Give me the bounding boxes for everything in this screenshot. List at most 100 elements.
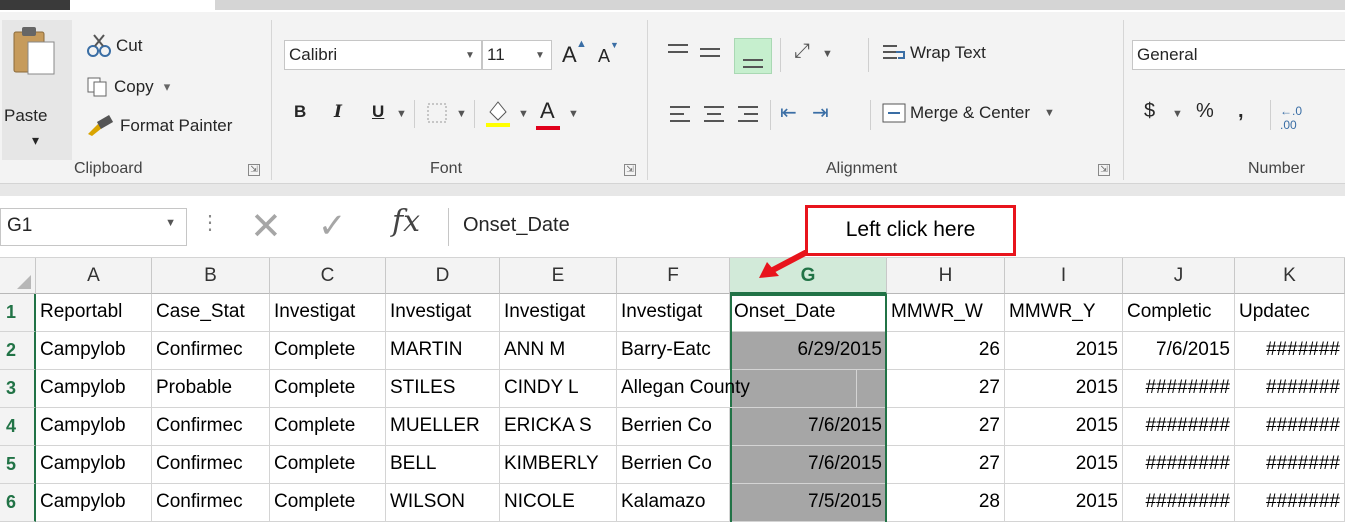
cell-k2[interactable]: #######	[1235, 332, 1345, 370]
cell-a3[interactable]: Campylob	[36, 370, 152, 408]
borders-dropdown-icon[interactable]: ▼	[456, 108, 467, 120]
cell-f5[interactable]: Berrien Co	[617, 446, 730, 484]
align-right-icon[interactable]	[738, 104, 760, 126]
row-header-6[interactable]: 6	[0, 484, 36, 522]
cell-c2[interactable]: Complete	[270, 332, 386, 370]
cell-h6[interactable]: 28	[887, 484, 1005, 522]
cell-a6[interactable]: Campylob	[36, 484, 152, 522]
cell-j2[interactable]: 7/6/2015	[1123, 332, 1235, 370]
comma-button[interactable]: ,	[1238, 100, 1244, 123]
cell-d3[interactable]: STILES	[386, 370, 500, 408]
cell-c6[interactable]: Complete	[270, 484, 386, 522]
alignment-launcher-icon[interactable]: ⇲	[1098, 164, 1110, 176]
cell-c5[interactable]: Complete	[270, 446, 386, 484]
clipboard-launcher-icon[interactable]: ⇲	[248, 164, 260, 176]
cell-i5[interactable]: 2015	[1005, 446, 1123, 484]
decrease-indent-icon[interactable]: ⇤	[780, 100, 797, 125]
cell-i1[interactable]: MMWR_Y	[1005, 294, 1123, 332]
paste-button[interactable]: Paste ▾	[2, 20, 72, 160]
font-launcher-icon[interactable]: ⇲	[624, 164, 636, 176]
name-box[interactable]: G1 ▼	[0, 208, 187, 246]
currency-button[interactable]: $	[1144, 100, 1155, 123]
name-box-dropdown-icon[interactable]: ▼	[165, 217, 176, 229]
increase-indent-icon[interactable]: ⇥	[812, 100, 829, 125]
cell-d6[interactable]: WILSON	[386, 484, 500, 522]
cell-e1[interactable]: Investigat	[500, 294, 617, 332]
font-color-dropdown-icon[interactable]: ▼	[568, 108, 579, 120]
cell-h3[interactable]: 27	[887, 370, 1005, 408]
cell-j5[interactable]: ########	[1123, 446, 1235, 484]
paste-dropdown-icon[interactable]: ▾	[32, 132, 39, 149]
cell-e2[interactable]: ANN M	[500, 332, 617, 370]
cell-f4[interactable]: Berrien Co	[617, 408, 730, 446]
cell-h5[interactable]: 27	[887, 446, 1005, 484]
cell-g4[interactable]: 7/6/2015	[730, 408, 887, 446]
align-left-icon[interactable]	[670, 104, 692, 126]
cancel-icon[interactable]: ✕	[250, 204, 282, 249]
middle-align-icon[interactable]	[700, 42, 726, 64]
cut-button[interactable]: Cut	[86, 34, 142, 58]
cell-j4[interactable]: ########	[1123, 408, 1235, 446]
cell-d1[interactable]: Investigat	[386, 294, 500, 332]
cell-k6[interactable]: #######	[1235, 484, 1345, 522]
copy-button[interactable]: Copy ▾	[86, 76, 170, 98]
cell-i4[interactable]: 2015	[1005, 408, 1123, 446]
cell-e3[interactable]: CINDY L	[500, 370, 617, 408]
cell-b4[interactable]: Confirmec	[152, 408, 270, 446]
copy-dropdown-icon[interactable]: ▾	[164, 79, 171, 95]
italic-button[interactable]: I	[334, 102, 342, 122]
cell-a4[interactable]: Campylob	[36, 408, 152, 446]
cell-d5[interactable]: BELL	[386, 446, 500, 484]
orientation-dropdown-icon[interactable]: ▼	[822, 48, 833, 60]
underline-dropdown-icon[interactable]: ▼	[396, 108, 407, 120]
column-header-c[interactable]: C	[270, 258, 386, 294]
cell-k5[interactable]: #######	[1235, 446, 1345, 484]
row-header-4[interactable]: 4	[0, 408, 36, 446]
insert-function-icon[interactable]: fx	[392, 204, 420, 239]
row-header-2[interactable]: 2	[0, 332, 36, 370]
column-header-h[interactable]: H	[887, 258, 1005, 294]
cell-b1[interactable]: Case_Stat	[152, 294, 270, 332]
cell-k1[interactable]: Updatec	[1235, 294, 1345, 332]
cell-b2[interactable]: Confirmec	[152, 332, 270, 370]
merge-center-button[interactable]: Merge & Center ▼	[882, 102, 1055, 124]
cell-f3[interactable]: Allegan County	[617, 370, 857, 408]
cell-a2[interactable]: Campylob	[36, 332, 152, 370]
cell-c4[interactable]: Complete	[270, 408, 386, 446]
cell-b5[interactable]: Confirmec	[152, 446, 270, 484]
cell-d4[interactable]: MUELLER	[386, 408, 500, 446]
row-header-5[interactable]: 5	[0, 446, 36, 484]
cell-f1[interactable]: Investigat	[617, 294, 730, 332]
cell-i3[interactable]: 2015	[1005, 370, 1123, 408]
file-tab[interactable]	[0, 0, 70, 10]
top-align-icon[interactable]	[668, 42, 694, 64]
font-size-combo[interactable]: 11 ▼	[482, 40, 552, 70]
cell-e6[interactable]: NICOLE	[500, 484, 617, 522]
font-color-button[interactable]: A	[540, 98, 555, 124]
font-name-combo[interactable]: Calibri ▼	[284, 40, 482, 70]
row-header-1[interactable]: 1	[0, 294, 36, 332]
cell-g6[interactable]: 7/5/2015	[730, 484, 887, 522]
column-header-a[interactable]: A	[36, 258, 152, 294]
orientation-icon[interactable]: ⤢	[794, 40, 810, 63]
enter-icon[interactable]: ✓	[318, 206, 347, 246]
format-painter-button[interactable]: Format Painter	[86, 114, 232, 138]
font-size-dropdown-icon[interactable]: ▼	[529, 41, 551, 69]
cell-k3[interactable]: #######	[1235, 370, 1345, 408]
cell-c1[interactable]: Investigat	[270, 294, 386, 332]
column-header-f[interactable]: F	[617, 258, 730, 294]
font-name-dropdown-icon[interactable]: ▼	[459, 41, 481, 69]
borders-icon[interactable]	[426, 102, 448, 124]
cell-j6[interactable]: ########	[1123, 484, 1235, 522]
column-header-k[interactable]: K	[1235, 258, 1345, 294]
merge-center-dropdown-icon[interactable]: ▼	[1044, 107, 1055, 119]
cell-g1[interactable]: Onset_Date	[730, 294, 887, 332]
cell-e5[interactable]: KIMBERLY	[500, 446, 617, 484]
bold-button[interactable]: B	[294, 102, 306, 122]
cell-f2[interactable]: Barry-Eatc	[617, 332, 730, 370]
cell-g5[interactable]: 7/6/2015	[730, 446, 887, 484]
cell-g2[interactable]: 6/29/2015	[730, 332, 887, 370]
cell-a1[interactable]: Reportabl	[36, 294, 152, 332]
column-header-j[interactable]: J	[1123, 258, 1235, 294]
column-header-e[interactable]: E	[500, 258, 617, 294]
